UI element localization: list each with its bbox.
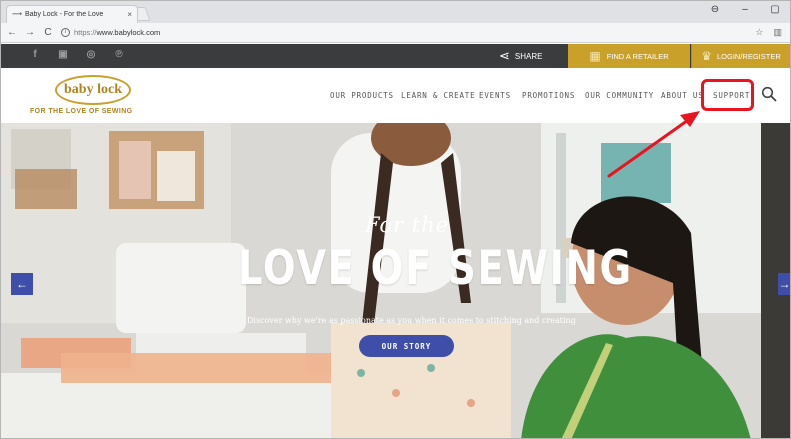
browser-tab[interactable]: ⟿ Baby Lock - For the Love × <box>6 5 138 23</box>
instagram-icon[interactable]: ◎ <box>85 49 97 61</box>
login-register-label: LOGIN/REGISTER <box>717 51 781 61</box>
url-protocol: https:// <box>74 28 97 37</box>
nav-item-about-us[interactable]: ABOUT US <box>661 91 704 100</box>
profile-icon[interactable]: ⊖ <box>710 4 720 15</box>
share-button[interactable]: ⋖ SHARE <box>499 44 542 68</box>
maximize-button[interactable]: ▢ <box>770 4 780 15</box>
logo-text: baby lock <box>64 82 122 97</box>
site-favicon-icon: ⟿ <box>12 10 23 18</box>
storefront-icon: ▦ <box>589 49 601 63</box>
facebook-icon[interactable]: f <box>29 49 41 61</box>
nav-item-our-products[interactable]: OUR PRODUCTS <box>330 91 394 100</box>
carousel-next-button[interactable]: → <box>778 273 790 295</box>
nav-item-promotions[interactable]: PROMOTIONS <box>522 91 575 100</box>
youtube-icon[interactable]: ▣ <box>57 49 69 61</box>
sewing-machine-icon: ♛ <box>701 49 712 63</box>
site-top-bar: f ▣ ◎ ℗ ⋖ SHARE ▦ FIND A RETAILER ♛ LOGI… <box>1 44 790 68</box>
search-icon[interactable] <box>761 86 777 102</box>
extension-icon[interactable]: ▥ <box>773 27 782 38</box>
logo-tagline: FOR THE LOVE OF SEWING <box>30 108 133 115</box>
nav-item-events[interactable]: EVENTS <box>479 91 511 100</box>
share-icon: ⋖ <box>499 48 510 63</box>
minimize-button[interactable]: – <box>740 4 750 15</box>
url-host: www.babylock.com <box>96 28 161 37</box>
login-register-button[interactable]: ♛ LOGIN/REGISTER <box>691 44 790 68</box>
hero-banner: For the LOVE OF SEWING Discover why we'r… <box>1 123 790 438</box>
tab-close-icon[interactable]: × <box>127 10 132 19</box>
nav-item-learn-create[interactable]: LEARN & CREATE <box>401 91 475 100</box>
site-navigation: baby lock FOR THE LOVE OF SEWING OUR PRO… <box>1 68 790 123</box>
support-highlight-box <box>701 79 754 111</box>
hero-script-text: For the <box>365 213 450 237</box>
tab-title: Baby Lock - For the Love <box>25 11 104 18</box>
screenshot: ⟿ Baby Lock - For the Love × ⊖ – ▢ ← → C… <box>0 0 791 439</box>
carousel-prev-button[interactable]: ← <box>11 273 33 295</box>
hero-title: LOVE OF SEWING <box>238 241 633 296</box>
window-controls: ⊖ – ▢ <box>710 4 780 15</box>
address-bar: ← → C i https:// www.babylock.com ☆ ▥ <box>1 23 790 43</box>
nav-item-our-community[interactable]: OUR COMMUNITY <box>585 91 654 100</box>
back-arrow-icon[interactable]: ← <box>5 27 19 38</box>
hero-subtitle: Discover why we're as passionate as you … <box>247 316 576 325</box>
reload-icon[interactable]: C <box>41 27 55 38</box>
browser-tab-bar: ⟿ Baby Lock - For the Love × ⊖ – ▢ <box>1 1 790 23</box>
site-info-icon[interactable]: i <box>61 28 70 37</box>
bookmark-star-icon[interactable]: ☆ <box>755 27 763 38</box>
find-retailer-label: FIND A RETAILER <box>606 51 669 61</box>
address-bar-actions: ☆ ▥ <box>755 27 782 38</box>
share-label: SHARE <box>514 51 543 61</box>
url-field[interactable]: i https:// www.babylock.com <box>61 28 160 37</box>
pinterest-icon[interactable]: ℗ <box>113 49 125 61</box>
babylock-logo[interactable]: baby lock <box>55 75 131 105</box>
forward-arrow-icon[interactable]: → <box>23 27 37 38</box>
right-arrow-icon: → <box>778 277 791 291</box>
left-arrow-icon: ← <box>16 277 28 291</box>
find-retailer-button[interactable]: ▦ FIND A RETAILER <box>568 44 690 68</box>
our-story-button[interactable]: OUR STORY <box>359 335 454 357</box>
